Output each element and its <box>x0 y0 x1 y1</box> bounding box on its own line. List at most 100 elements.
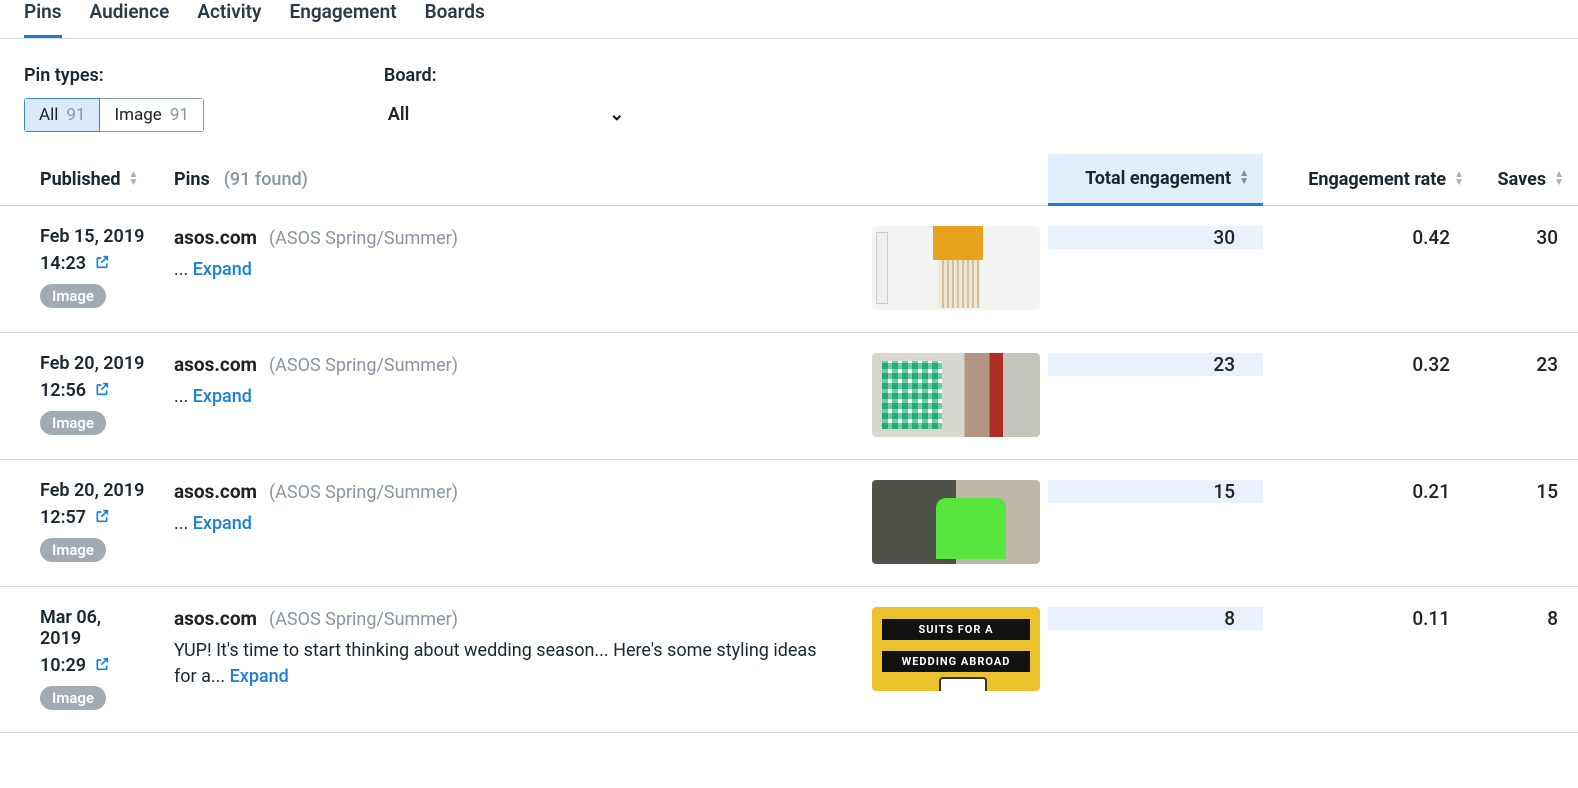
cell-saves: 8 <box>1478 607 1578 630</box>
board-selected-value: All <box>388 104 409 125</box>
pin-types-label: Pin types: <box>24 65 204 86</box>
cell-engagement-rate: 0.32 <box>1263 353 1478 376</box>
expand-link[interactable]: Expand <box>193 386 252 407</box>
sort-icon: ▲▼ <box>1554 172 1564 188</box>
segment-image-count: 91 <box>170 105 189 125</box>
col-total-engagement-label: Total engagement <box>1085 168 1231 189</box>
expand-link[interactable]: Expand <box>193 513 252 534</box>
segment-all-count: 91 <box>66 105 85 125</box>
ellipsis: ... <box>174 386 188 407</box>
external-link-icon[interactable] <box>94 254 110 274</box>
published-date: Feb 15, 2019 <box>40 226 146 247</box>
chevron-down-icon: ⌄ <box>609 104 624 125</box>
tab-boards[interactable]: Boards <box>425 0 485 38</box>
pins-table: Published ▲▼ Pins (91 found) Total engag… <box>0 154 1578 733</box>
pin-thumbnail[interactable] <box>872 353 1040 437</box>
cell-saves: 15 <box>1478 480 1578 503</box>
board-label: Board: <box>384 65 628 86</box>
cell-thumbnail <box>858 226 1048 310</box>
col-pins: Pins (91 found) <box>160 154 858 205</box>
table-row: Feb 15, 2019 14:23 Image asos.com (ASOS … <box>0 206 1578 333</box>
pin-type-pill: Image <box>40 538 106 562</box>
cell-total-engagement: 23 <box>1048 353 1263 376</box>
col-engagement-rate-label: Engagement rate <box>1308 169 1446 190</box>
cell-total-engagement: 15 <box>1048 480 1263 503</box>
sort-icon: ▲▼ <box>1454 172 1464 188</box>
pin-source[interactable]: asos.com <box>174 226 257 249</box>
external-link-icon[interactable] <box>94 656 110 676</box>
tab-engagement[interactable]: Engagement <box>290 0 397 38</box>
table-row: Feb 20, 2019 12:56 Image asos.com (ASOS … <box>0 333 1578 460</box>
table-body: Feb 15, 2019 14:23 Image asos.com (ASOS … <box>0 206 1578 733</box>
published-time-row: 12:56 <box>40 380 146 401</box>
cell-total-engagement: 8 <box>1048 607 1263 630</box>
cell-engagement-rate: 0.42 <box>1263 226 1478 249</box>
pin-description: ... Expand <box>174 384 834 410</box>
pin-board: (ASOS Spring/Summer) <box>269 609 458 630</box>
cell-pin: asos.com (ASOS Spring/Summer) ... Expand <box>160 353 858 410</box>
col-pins-count: (91 found) <box>224 169 308 190</box>
published-date: Feb 20, 2019 <box>40 480 146 501</box>
segment-image[interactable]: Image 91 <box>100 98 203 132</box>
pin-thumbnail[interactable]: SUITS FOR A WEDDING ABROAD <box>872 607 1040 691</box>
segment-image-label: Image <box>114 105 161 125</box>
thumb-text-line1: SUITS FOR A <box>882 619 1030 640</box>
cell-thumbnail <box>858 353 1048 437</box>
segment-all[interactable]: All 91 <box>24 98 100 132</box>
pin-description: ... Expand <box>174 511 834 537</box>
cell-pin: asos.com (ASOS Spring/Summer) ... Expand <box>160 480 858 537</box>
table-header: Published ▲▼ Pins (91 found) Total engag… <box>0 154 1578 206</box>
external-link-icon[interactable] <box>94 508 110 528</box>
published-date: Feb 20, 2019 <box>40 353 146 374</box>
published-time-row: 12:57 <box>40 507 146 528</box>
cell-saves: 23 <box>1478 353 1578 376</box>
col-published-label: Published <box>40 169 121 190</box>
pin-types-segmented: All 91 Image 91 <box>24 98 204 132</box>
cell-engagement-rate: 0.21 <box>1263 480 1478 503</box>
published-time: 12:57 <box>40 507 86 528</box>
col-total-engagement[interactable]: Total engagement ▲▼ <box>1048 154 1263 206</box>
pin-board: (ASOS Spring/Summer) <box>269 228 458 249</box>
cell-engagement-rate: 0.11 <box>1263 607 1478 630</box>
tab-audience[interactable]: Audience <box>90 0 170 38</box>
col-pins-label: Pins <box>174 169 210 190</box>
cell-published: Feb 20, 2019 12:56 Image <box>0 353 160 435</box>
col-saves[interactable]: Saves ▲▼ <box>1478 154 1578 205</box>
published-time-row: 14:23 <box>40 253 146 274</box>
col-published[interactable]: Published ▲▼ <box>0 154 160 205</box>
col-saves-label: Saves <box>1498 169 1547 190</box>
col-engagement-rate[interactable]: Engagement rate ▲▼ <box>1263 154 1478 205</box>
main-tabs: Pins Audience Activity Engagement Boards <box>0 0 1578 39</box>
external-link-icon[interactable] <box>94 381 110 401</box>
pin-description: YUP! It's time to start thinking about w… <box>174 638 834 690</box>
pin-source[interactable]: asos.com <box>174 607 257 630</box>
sort-icon: ▲▼ <box>129 172 139 188</box>
pin-thumbnail[interactable] <box>872 226 1040 310</box>
ellipsis: ... <box>174 513 188 534</box>
pin-source[interactable]: asos.com <box>174 480 257 503</box>
expand-link[interactable]: Expand <box>230 666 289 687</box>
filters-row: Pin types: All 91 Image 91 Board: All ⌄ <box>0 39 1578 154</box>
cell-published: Feb 15, 2019 14:23 Image <box>0 226 160 308</box>
sort-icon: ▲▼ <box>1239 171 1249 187</box>
thumb-text-line2: WEDDING ABROAD <box>882 651 1030 672</box>
tab-pins[interactable]: Pins <box>24 0 62 38</box>
cell-published: Mar 06, 2019 10:29 Image <box>0 607 160 710</box>
table-row: Feb 20, 2019 12:57 Image asos.com (ASOS … <box>0 460 1578 587</box>
cell-pin: asos.com (ASOS Spring/Summer) YUP! It's … <box>160 607 858 690</box>
cell-thumbnail: SUITS FOR A WEDDING ABROAD <box>858 607 1048 691</box>
expand-link[interactable]: Expand <box>193 259 252 280</box>
pin-board: (ASOS Spring/Summer) <box>269 355 458 376</box>
pin-source[interactable]: asos.com <box>174 353 257 376</box>
table-row: Mar 06, 2019 10:29 Image asos.com (ASOS … <box>0 587 1578 733</box>
pin-thumbnail[interactable] <box>872 480 1040 564</box>
ellipsis: ... <box>174 259 188 280</box>
published-time: 10:29 <box>40 655 86 676</box>
board-select[interactable]: All ⌄ <box>384 98 628 131</box>
pin-type-pill: Image <box>40 284 106 308</box>
pin-types-filter: Pin types: All 91 Image 91 <box>24 65 204 132</box>
cell-thumbnail <box>858 480 1048 564</box>
cell-saves: 30 <box>1478 226 1578 249</box>
published-time: 12:56 <box>40 380 86 401</box>
tab-activity[interactable]: Activity <box>197 0 261 38</box>
